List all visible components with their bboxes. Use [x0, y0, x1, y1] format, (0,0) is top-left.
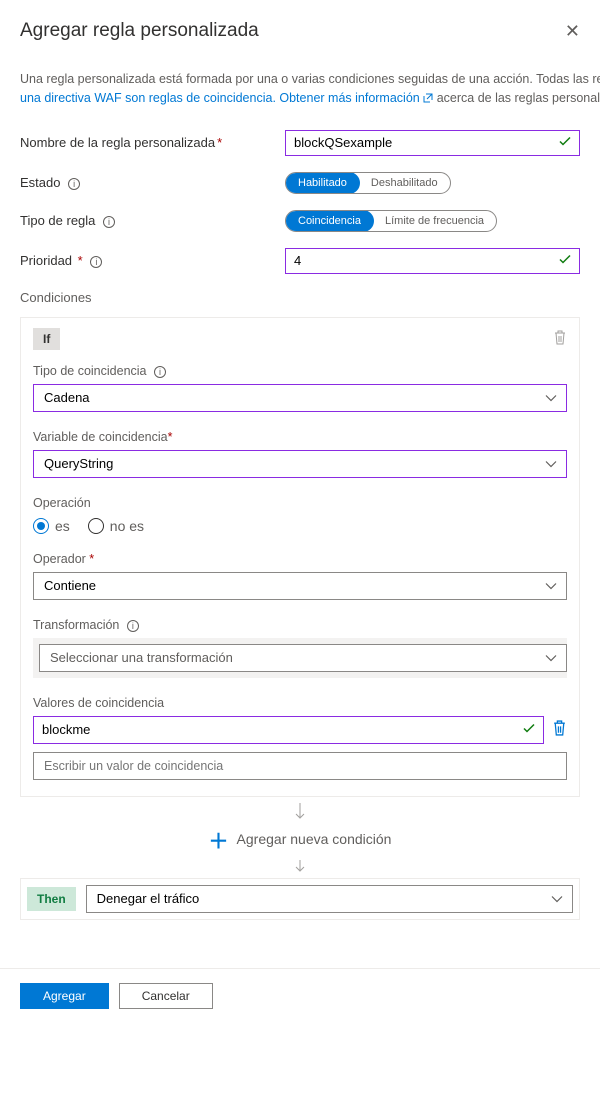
rule-name-label: Nombre de la regla personalizada*	[20, 135, 285, 150]
info-icon[interactable]: i	[68, 178, 80, 190]
info-icon[interactable]: i	[127, 620, 139, 632]
check-icon	[558, 134, 572, 151]
rule-name-input[interactable]	[285, 130, 580, 156]
if-tag: If	[33, 328, 60, 350]
operator-select[interactable]	[33, 572, 567, 600]
match-type-label: Tipo de coincidencia i	[33, 364, 567, 378]
info-icon[interactable]: i	[154, 366, 166, 378]
delete-value-icon[interactable]	[552, 720, 567, 739]
ruletype-toggle[interactable]: Coincidencia Límite de frecuencia	[285, 210, 497, 232]
match-value-input[interactable]	[33, 716, 544, 744]
status-toggle[interactable]: Habilitado Deshabilitado	[285, 172, 451, 194]
operator-label: Operador *	[33, 552, 567, 566]
connector-line	[20, 860, 580, 874]
delete-condition-icon[interactable]	[553, 330, 567, 348]
status-enabled[interactable]: Habilitado	[285, 172, 360, 194]
radio-unchecked-icon	[88, 518, 104, 534]
add-condition-button[interactable]: ＋ Agregar nueva condición	[20, 825, 580, 854]
learn-more-link[interactable]: una directiva WAF son reglas de coincide…	[20, 91, 437, 105]
status-disabled[interactable]: Deshabilitado	[359, 173, 450, 193]
match-value-new-input[interactable]	[33, 752, 567, 780]
intro-text: Una regla personalizada está formada por…	[20, 70, 600, 108]
priority-input[interactable]	[285, 248, 580, 274]
status-label: Estado i	[20, 175, 285, 190]
priority-label: Prioridad * i	[20, 253, 285, 268]
info-icon[interactable]: i	[90, 256, 102, 268]
close-icon[interactable]: ✕	[565, 21, 580, 42]
match-var-label: Variable de coincidencia*	[33, 430, 567, 444]
ruletype-match[interactable]: Coincidencia	[285, 210, 374, 232]
check-icon	[522, 721, 536, 738]
check-icon	[558, 252, 572, 269]
info-icon[interactable]: i	[103, 216, 115, 228]
transform-select[interactable]	[39, 644, 567, 672]
ruletype-rate[interactable]: Límite de frecuencia	[373, 211, 496, 231]
match-values-label: Valores de coincidencia	[33, 696, 567, 710]
plus-icon: ＋	[209, 825, 229, 854]
page-title: Agregar regla personalizada	[20, 20, 259, 42]
cancel-button[interactable]: Cancelar	[119, 983, 213, 1009]
add-button[interactable]: Agregar	[20, 983, 109, 1009]
then-tag: Then	[27, 887, 76, 911]
transform-label: Transformación i	[33, 618, 567, 632]
action-select[interactable]	[86, 885, 573, 913]
conditions-title: Condiciones	[20, 290, 600, 305]
operation-isnot-radio[interactable]: no es	[88, 518, 144, 534]
condition-block: If Tipo de coincidencia i Variable de co…	[20, 317, 580, 797]
ruletype-label: Tipo de regla i	[20, 213, 285, 228]
match-type-select[interactable]	[33, 384, 567, 412]
connector-line	[20, 803, 580, 821]
operation-label: Operación	[33, 496, 567, 510]
external-link-icon	[423, 93, 433, 103]
operation-is-radio[interactable]: es	[33, 518, 70, 534]
radio-checked-icon	[33, 518, 49, 534]
match-var-select[interactable]	[33, 450, 567, 478]
